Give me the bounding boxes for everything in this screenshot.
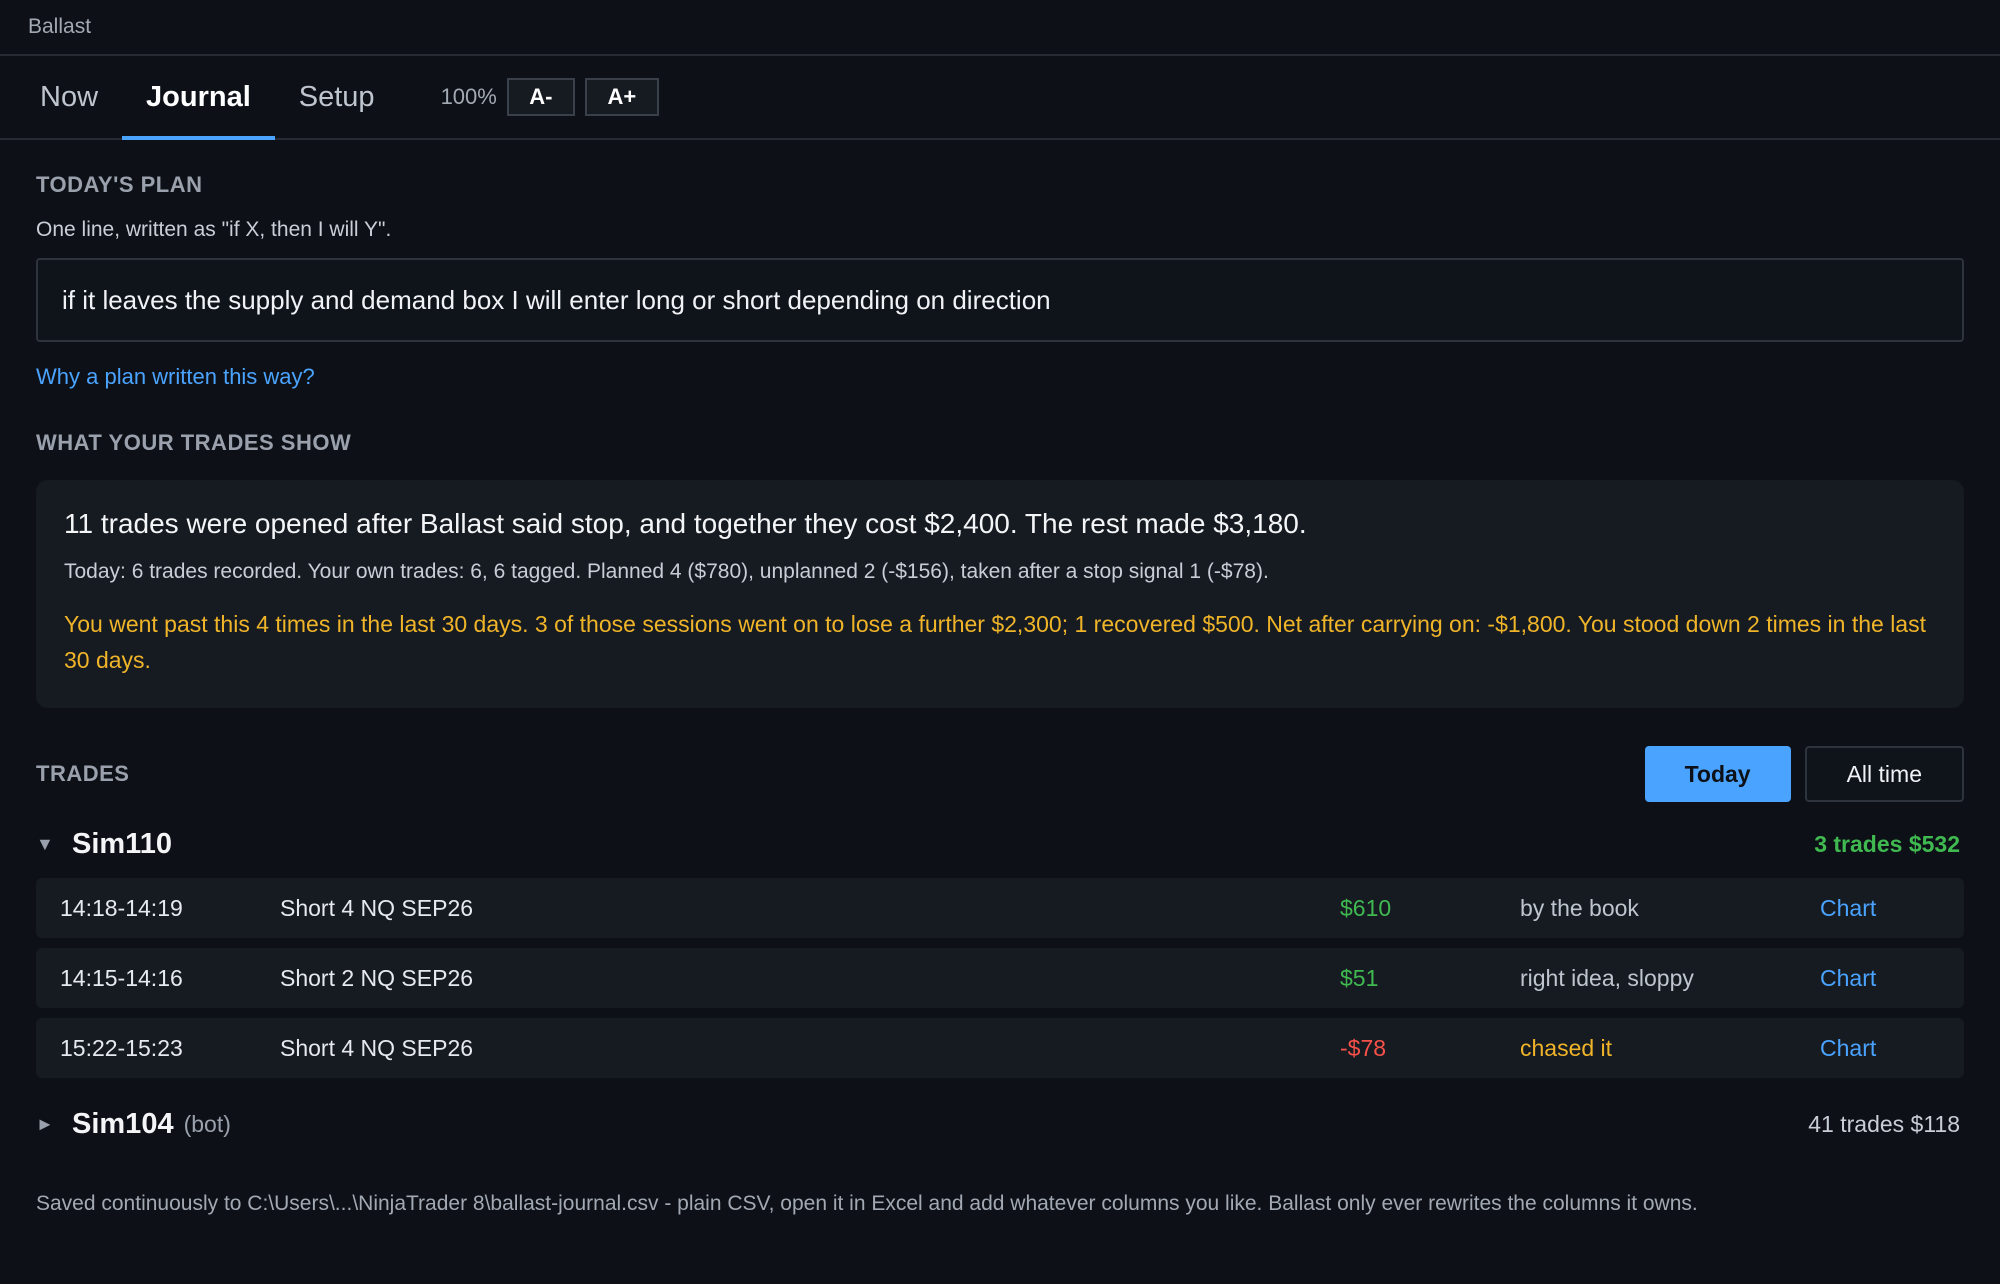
- insights-today-summary: Today: 6 trades recorded. Your own trade…: [64, 560, 1269, 583]
- chart-link[interactable]: Chart: [1820, 895, 1876, 922]
- account-name: Sim110: [72, 827, 172, 860]
- decrease-font-button[interactable]: A-: [506, 78, 575, 116]
- account-header-sim110[interactable]: ▼ Sim110 3 trades $532: [36, 824, 1964, 864]
- filter-all-time-button[interactable]: All time: [1804, 746, 1964, 802]
- trade-pnl: $610: [1340, 894, 1392, 921]
- zoom-controls: 100% A- A+: [441, 56, 659, 138]
- table-row: 14:15-14:16 Short 2 NQ SEP26 $51 right i…: [36, 948, 1964, 1008]
- tab-bar: Now Journal Setup 100% A- A+: [0, 56, 2000, 140]
- trade-description: Short 4 NQ SEP26: [280, 1034, 474, 1061]
- tab-journal[interactable]: Journal: [122, 56, 275, 140]
- chart-link[interactable]: Chart: [1820, 965, 1876, 992]
- trade-tag[interactable]: chased it: [1520, 1035, 1612, 1062]
- trade-time: 14:15-14:16: [60, 964, 183, 991]
- trade-tag[interactable]: by the book: [1520, 895, 1639, 922]
- window-title: Ballast: [0, 0, 2000, 56]
- trade-pnl: $51: [1340, 964, 1379, 991]
- trades-heading: TRADES: [36, 761, 130, 786]
- plan-heading: TODAY'S PLAN: [36, 172, 203, 197]
- trade-tag[interactable]: right idea, sloppy: [1520, 965, 1694, 992]
- insights-warning: You went past this 4 times in the last 3…: [64, 611, 1926, 673]
- account-summary: 41 trades $118: [1808, 1110, 1960, 1137]
- insights-card: 11 trades were opened after Ballast said…: [36, 480, 1964, 708]
- zoom-level: 100%: [440, 84, 497, 109]
- plan-explainer-link[interactable]: Why a plan written this way?: [36, 364, 315, 390]
- filter-today-button[interactable]: Today: [1644, 746, 1791, 802]
- table-row: 15:22-15:23 Short 4 NQ SEP26 -$78 chased…: [36, 1018, 1964, 1078]
- trades-header: TRADES Today All time: [36, 746, 1964, 802]
- collapse-caret-icon[interactable]: ▼: [36, 834, 56, 855]
- save-location-note: Saved continuously to C:\Users\...\Ninja…: [36, 1192, 1698, 1215]
- account-type-label: (bot): [183, 1110, 231, 1137]
- plan-input[interactable]: if it leaves the supply and demand box I…: [36, 258, 1964, 342]
- account-summary: 3 trades $532: [1814, 830, 1960, 857]
- chart-link[interactable]: Chart: [1820, 1035, 1876, 1062]
- trade-list: 14:18-14:19 Short 4 NQ SEP26 $610 by the…: [36, 878, 1964, 1078]
- trade-description: Short 4 NQ SEP26: [280, 894, 474, 921]
- tab-now[interactable]: Now: [16, 56, 122, 138]
- trades-filter: Today All time: [1644, 746, 1964, 802]
- table-row: 14:18-14:19 Short 4 NQ SEP26 $610 by the…: [36, 878, 1964, 938]
- trade-time: 14:18-14:19: [60, 894, 183, 921]
- insights-headline: 11 trades were opened after Ballast said…: [64, 508, 1307, 539]
- trade-pnl: -$78: [1340, 1034, 1387, 1061]
- account-name: Sim104: [72, 1107, 174, 1140]
- insights-heading: WHAT YOUR TRADES SHOW: [36, 430, 352, 455]
- trade-time: 15:22-15:23: [60, 1034, 183, 1061]
- trade-description: Short 2 NQ SEP26: [280, 964, 474, 991]
- increase-font-button[interactable]: A+: [584, 78, 659, 116]
- expand-caret-icon[interactable]: ►: [36, 1114, 56, 1135]
- plan-hint: One line, written as "if X, then I will …: [36, 218, 392, 241]
- account-header-sim104[interactable]: ► Sim104 (bot) 41 trades $118: [36, 1104, 1964, 1144]
- tab-setup[interactable]: Setup: [275, 56, 399, 138]
- journal-content: TODAY'S PLAN One line, written as "if X,…: [0, 172, 2000, 1216]
